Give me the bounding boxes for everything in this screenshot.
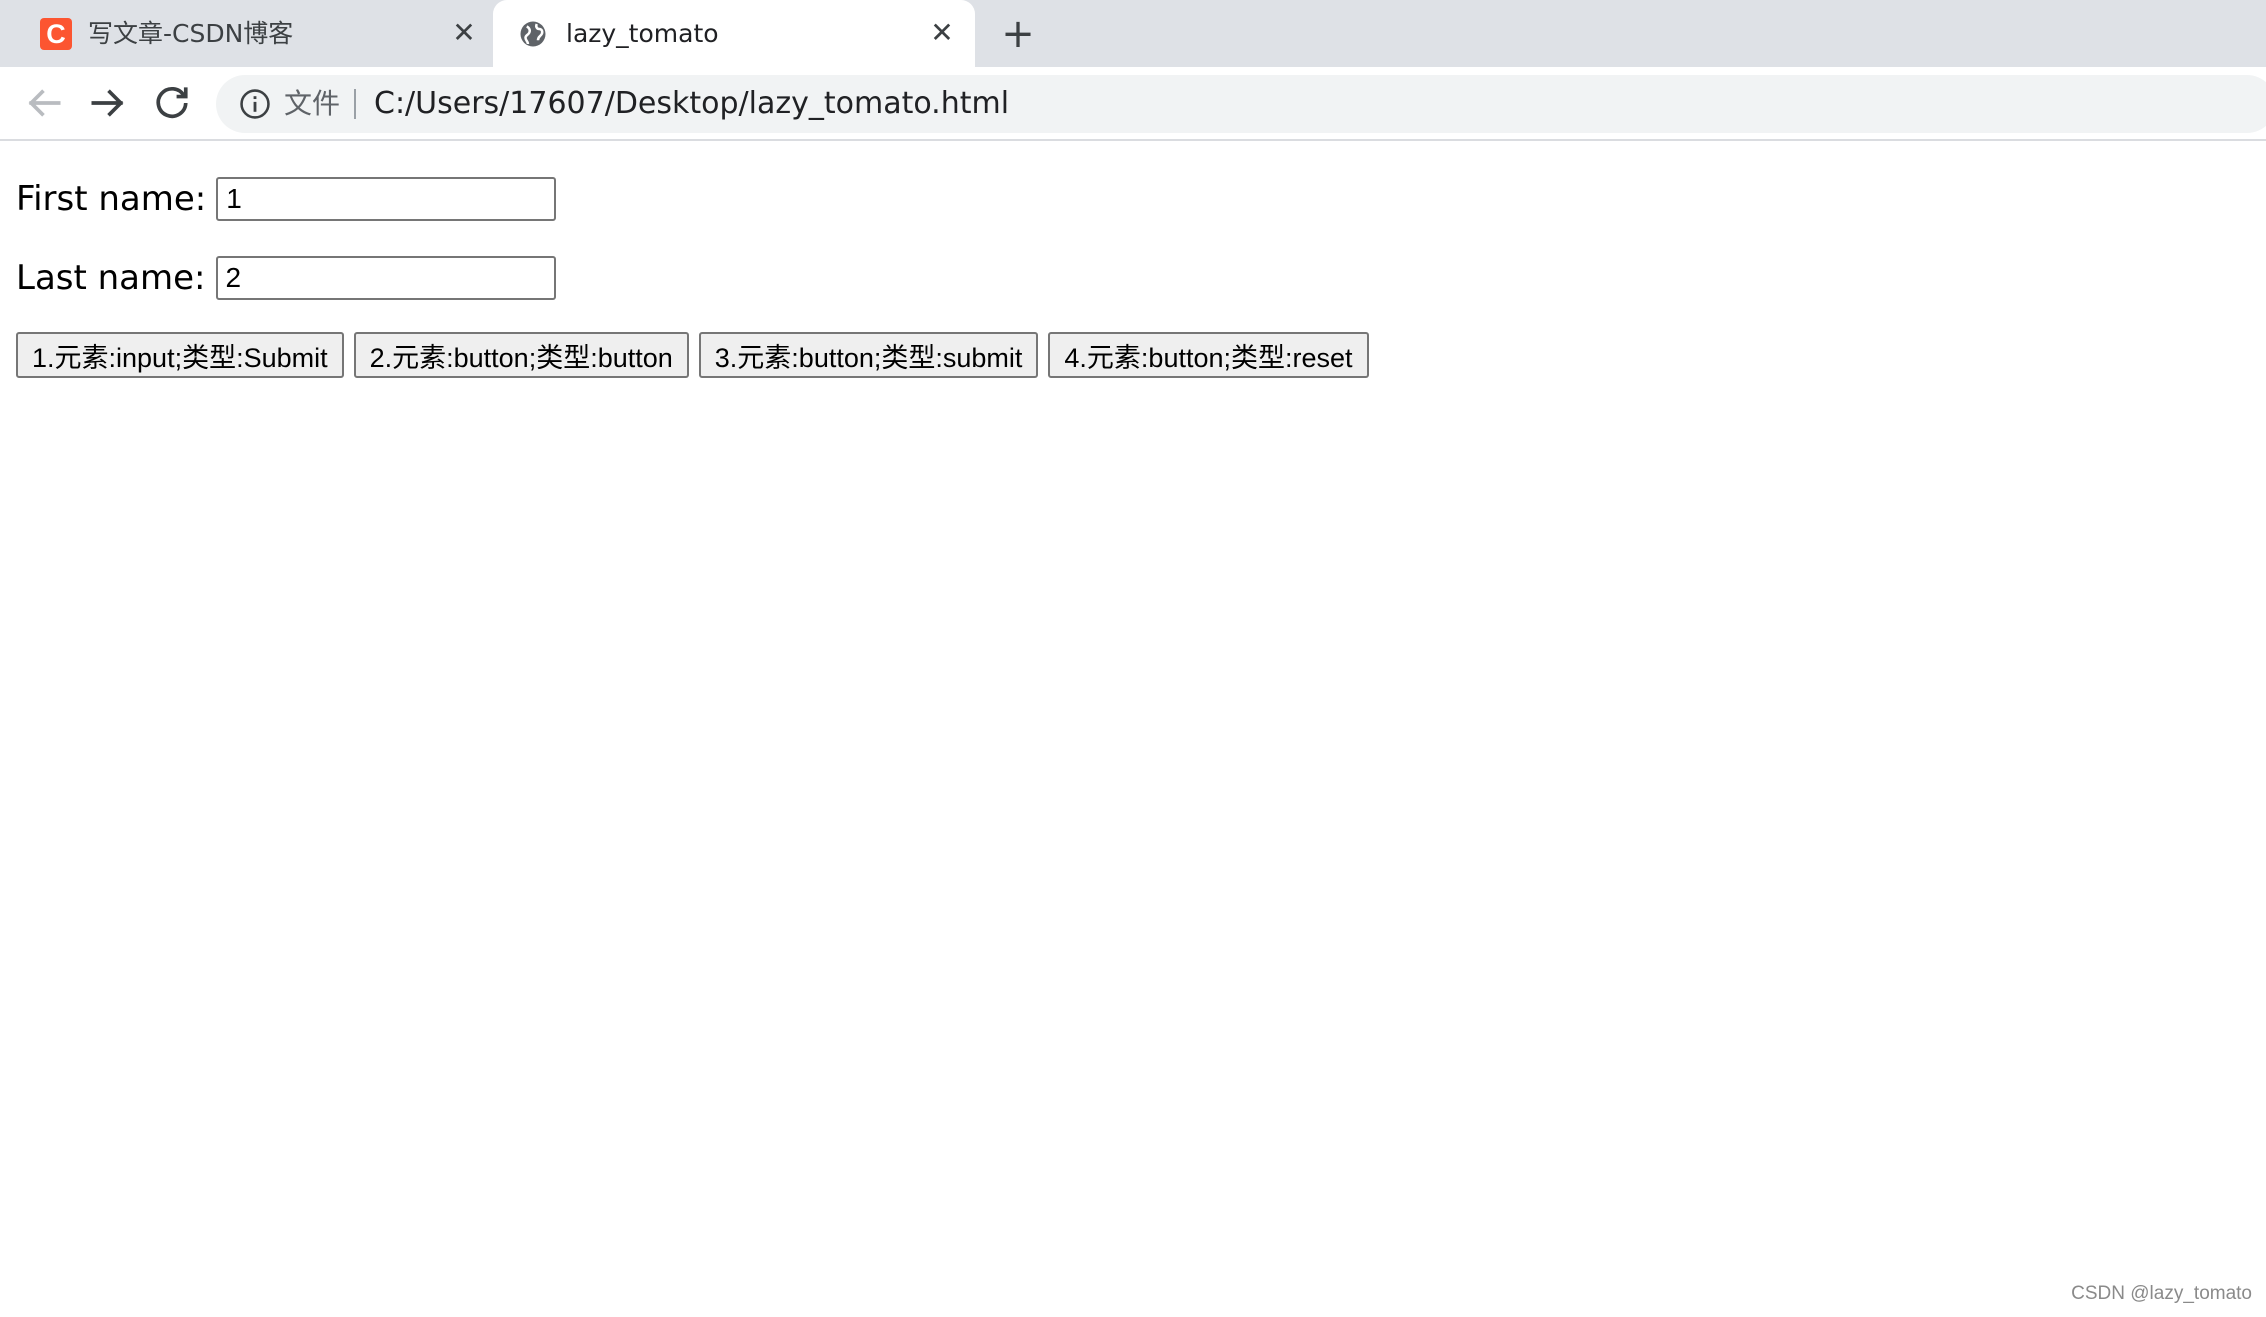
back-arrow-icon[interactable] <box>22 81 66 125</box>
button-submit-button[interactable]: 3.元素:button;类型:submit <box>698 332 1039 378</box>
new-tab-icon[interactable]: + <box>999 14 1037 54</box>
tab-csdn[interactable]: C 写文章-CSDN博客 ✕ <box>0 0 490 67</box>
csdn-icon: C <box>40 18 72 50</box>
first-name-label: First name: <box>16 179 207 219</box>
tab-title: lazy_tomato <box>566 19 719 48</box>
close-icon[interactable]: ✕ <box>927 18 957 48</box>
forward-arrow-icon[interactable] <box>86 81 130 125</box>
close-icon[interactable]: ✕ <box>449 18 479 48</box>
watermark: CSDN @lazy_tomato <box>2071 1283 2252 1304</box>
last-name-input[interactable] <box>215 256 556 300</box>
tab-title: 写文章-CSDN博客 <box>88 19 294 48</box>
input-submit-button[interactable]: 1.元素:input;类型:Submit <box>16 332 344 378</box>
browser-toolbar: 文件 C:/Users/17607/Desktop/lazy_tomato.ht… <box>0 67 2266 141</box>
url-text[interactable]: C:/Users/17607/Desktop/lazy_tomato.html <box>374 84 1009 124</box>
last-name-label: Last name: <box>16 258 206 298</box>
button-row: 1.元素:input;类型:Submit 2.元素:button;类型:butt… <box>16 332 1369 378</box>
scheme-label: 文件 <box>284 87 341 120</box>
last-name-row: Last name: <box>16 256 556 300</box>
omnibox-divider <box>354 89 356 119</box>
reload-icon[interactable] <box>150 81 194 125</box>
info-icon[interactable] <box>238 87 272 121</box>
button-button[interactable]: 2.元素:button;类型:button <box>353 332 689 378</box>
globe-icon <box>520 21 546 47</box>
first-name-row: First name: <box>16 177 557 221</box>
tab-strip: C 写文章-CSDN博客 ✕ lazy_tomato ✕ + <box>0 0 2266 67</box>
address-bar[interactable]: 文件 C:/Users/17607/Desktop/lazy_tomato.ht… <box>216 75 2266 133</box>
first-name-input[interactable] <box>216 177 557 221</box>
button-reset-button[interactable]: 4.元素:button;类型:reset <box>1048 332 1369 378</box>
